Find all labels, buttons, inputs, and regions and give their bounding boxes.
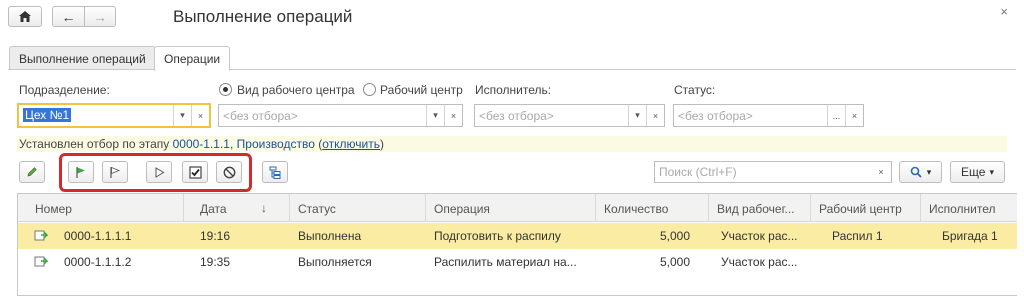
cell-number: 0000-1.1.1.2 <box>64 255 132 269</box>
green-flag-icon <box>76 166 85 178</box>
filter-notice: Установлен отбор по этапу 0000-1.1.1, Пр… <box>17 136 1007 152</box>
close-icon[interactable]: × <box>1000 4 1008 19</box>
checkbox-icon <box>188 165 202 179</box>
cell-work-center <box>824 249 919 275</box>
cell-wc-type: Участок рас... <box>721 255 798 269</box>
radio-work-center-type[interactable] <box>219 83 232 96</box>
clear-icon[interactable]: × <box>444 105 462 126</box>
magnifier-icon <box>910 166 922 178</box>
start-operation-button[interactable] <box>146 161 172 183</box>
hierarchy-icon <box>269 166 280 179</box>
tab-execution[interactable]: Выполнение операций <box>9 46 156 70</box>
operations-table: Номер Дата ↓ Статус Операция Количество … <box>17 193 1017 296</box>
home-button[interactable] <box>8 6 42 27</box>
search-button[interactable]: ▾ <box>899 161 942 183</box>
clear-icon[interactable]: × <box>871 162 891 182</box>
radio-work-center-label[interactable]: Рабочий центр <box>380 83 463 97</box>
work-center-field[interactable]: <без отбора> ▾ × <box>218 104 463 127</box>
finish-stage-button[interactable] <box>102 161 128 183</box>
status-label: Статус: <box>674 83 716 97</box>
structure-button[interactable] <box>262 161 288 183</box>
col-quantity[interactable]: Количество <box>595 194 708 222</box>
document-icon <box>34 230 48 241</box>
home-icon <box>19 11 31 22</box>
more-icon[interactable]: ... <box>827 105 845 126</box>
forward-button[interactable]: → <box>84 6 116 27</box>
filter-notice-text: Установлен отбор по этапу <box>19 137 173 151</box>
chevron-down-icon: ▾ <box>989 166 994 177</box>
cell-quantity: 5,000 <box>659 229 690 243</box>
pencil-icon <box>27 167 37 177</box>
play-icon <box>155 166 164 178</box>
status-input[interactable]: <без отбора> <box>674 105 827 126</box>
cell-quantity: 5,000 <box>659 255 690 269</box>
paren-close: ) <box>379 137 384 151</box>
chevron-down-icon[interactable]: ▾ <box>173 105 191 126</box>
col-date-label: Дата <box>200 202 227 216</box>
back-button[interactable]: ← <box>52 6 85 27</box>
cancel-operation-button[interactable] <box>216 161 242 183</box>
work-center-input[interactable]: <без отбора> <box>219 105 426 126</box>
more-button-label: Еще <box>961 165 986 179</box>
complete-operation-button[interactable] <box>182 161 208 183</box>
white-flag-icon <box>110 166 121 178</box>
executor-field[interactable]: <без отбора> ▾ × <box>474 104 665 127</box>
cell-wc-type: Участок рас... <box>721 229 798 243</box>
cell-date: 19:35 <box>200 255 231 269</box>
tab-operations[interactable]: Операции <box>154 46 231 71</box>
page-title: Выполнение операций <box>173 7 353 26</box>
cell-status: Выполняется <box>298 255 372 269</box>
radio-work-center[interactable] <box>363 83 376 96</box>
table-header: Номер Дата ↓ Статус Операция Количество … <box>18 194 1017 222</box>
executor-input[interactable]: <без отбора> <box>475 105 628 126</box>
sort-down-icon: ↓ <box>261 201 267 215</box>
status-field[interactable]: <без отбора> ... × <box>673 104 864 127</box>
cell-date: 19:16 <box>200 229 231 243</box>
cell-work-center: Распил 1 <box>832 229 883 243</box>
cell-status: Выполнена <box>298 229 362 243</box>
col-status[interactable]: Статус <box>289 194 425 222</box>
cell-executor: Бригада 1 <box>942 229 998 243</box>
subdivision-field[interactable]: Цех №1 ▾ × <box>17 103 211 128</box>
search-field[interactable]: Поиск (Ctrl+F) × <box>654 161 892 183</box>
stage-link[interactable]: 0000-1.1.1, Производство <box>173 137 315 151</box>
table-row[interactable]: 0000-1.1.1.2 19:35 Выполняется Распилить… <box>18 249 1017 275</box>
table-row[interactable]: 0000-1.1.1.1 19:16 Выполнена Подготовить… <box>18 223 1017 249</box>
back-arrow-icon: ← <box>61 8 76 25</box>
chevron-down-icon[interactable]: ▾ <box>628 105 646 126</box>
cancel-icon <box>223 166 235 178</box>
cell-operation: Распилить материал на... <box>434 255 577 269</box>
clear-icon[interactable]: × <box>646 105 664 126</box>
col-operation[interactable]: Операция <box>425 194 595 222</box>
col-number[interactable]: Номер <box>18 194 183 222</box>
clear-icon[interactable]: × <box>845 105 863 126</box>
col-date[interactable]: Дата ↓ <box>183 194 289 222</box>
col-wc-type[interactable]: Вид рабочег... <box>708 194 810 222</box>
subdivision-value: Цех №1 <box>23 108 72 122</box>
cell-executor <box>934 249 1017 275</box>
start-stage-button[interactable] <box>68 161 94 183</box>
col-work-center[interactable]: Рабочий центр <box>810 194 920 222</box>
radio-work-center-type-label[interactable]: Вид рабочего центра <box>237 83 355 97</box>
executor-label: Исполнитель: <box>475 83 552 97</box>
subdivision-label: Подразделение: <box>19 83 110 97</box>
search-input[interactable]: Поиск (Ctrl+F) <box>655 162 871 182</box>
edit-button[interactable] <box>19 161 45 183</box>
col-executor[interactable]: Исполнител <box>920 194 1017 222</box>
disable-filter-link[interactable]: отключить <box>322 137 380 151</box>
forward-arrow-icon: → <box>93 8 107 25</box>
cell-number: 0000-1.1.1.1 <box>64 229 132 243</box>
more-button[interactable]: Еще ▾ <box>950 161 1005 183</box>
chevron-down-icon: ▾ <box>926 166 932 177</box>
clear-icon[interactable]: × <box>191 105 209 126</box>
chevron-down-icon[interactable]: ▾ <box>426 105 444 126</box>
document-icon <box>34 256 48 267</box>
cell-operation: Подготовить к распилу <box>434 229 561 243</box>
